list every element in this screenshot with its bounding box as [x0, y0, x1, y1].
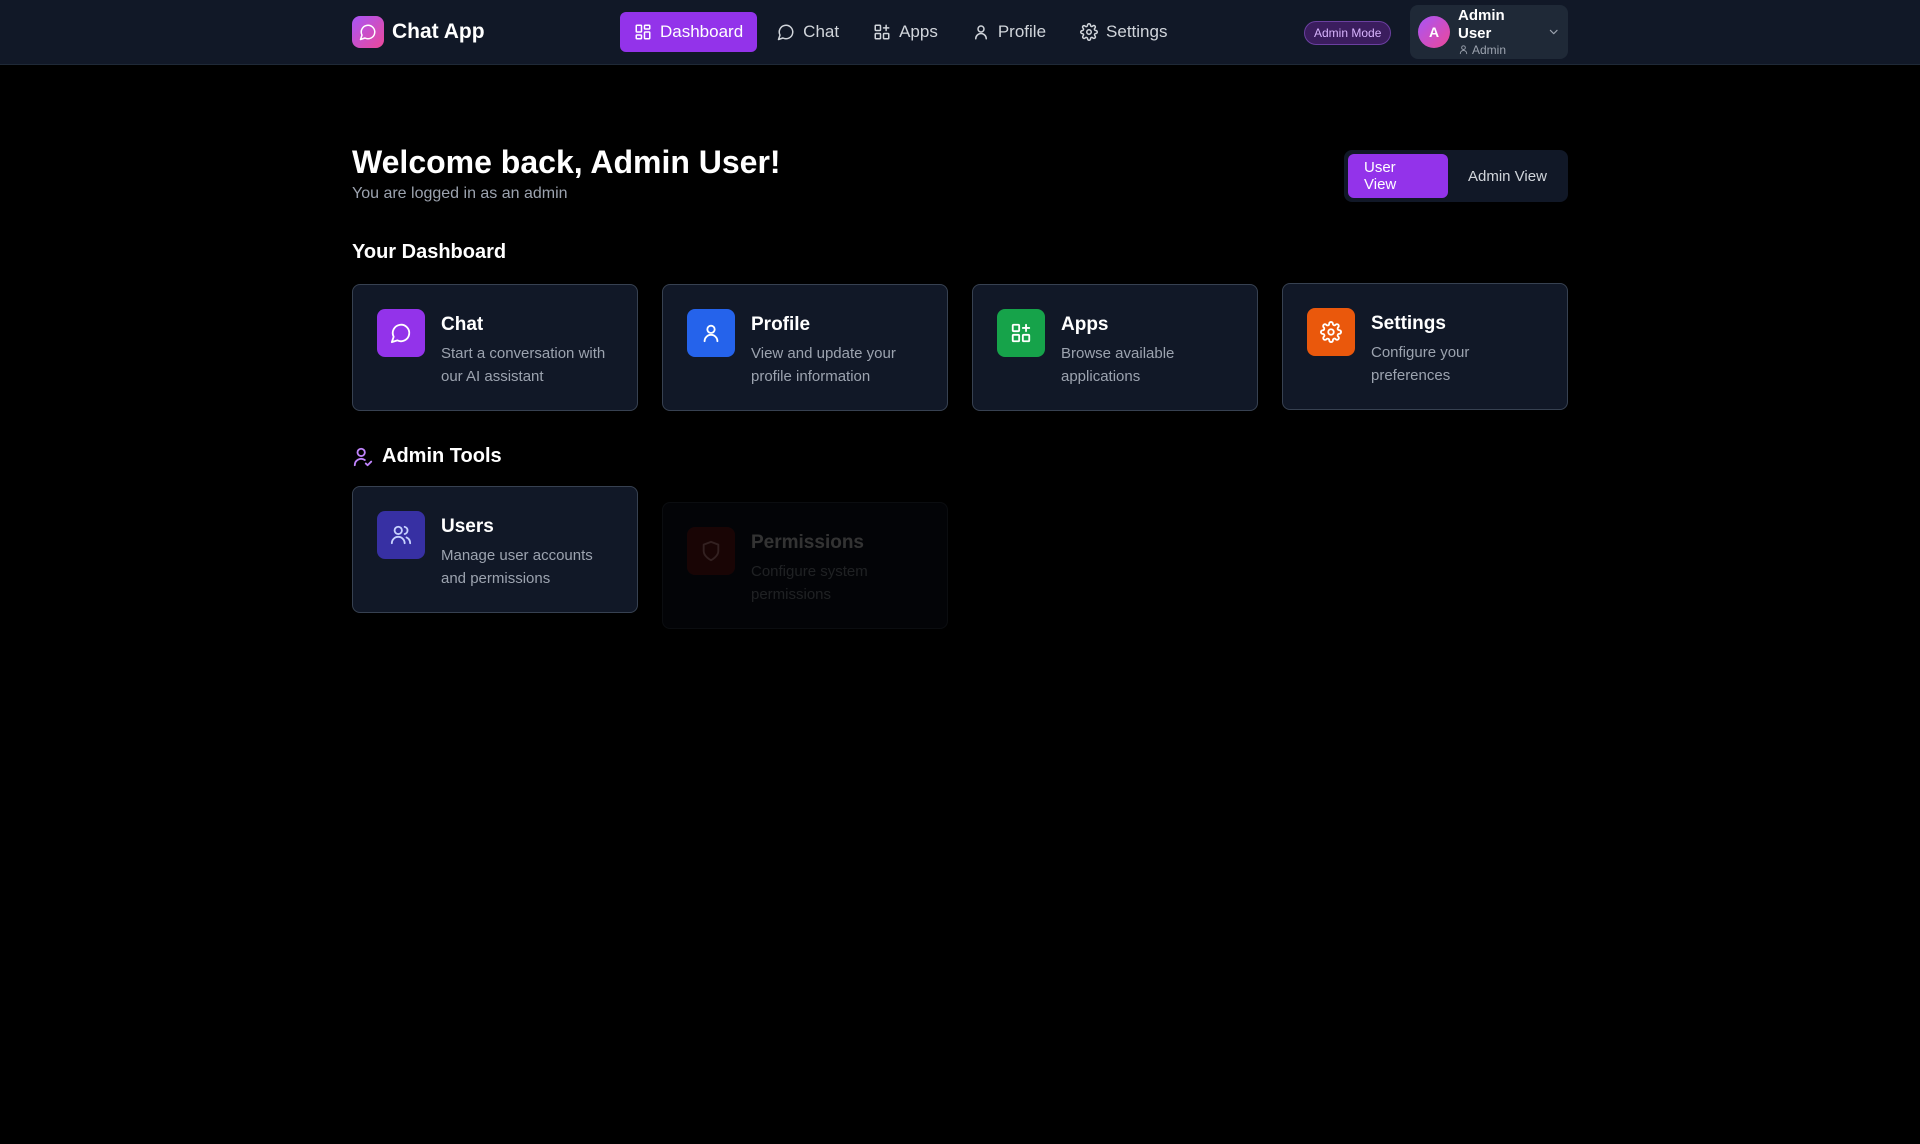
card-permissions: Permissions Configure system permissions	[662, 502, 948, 629]
card-profile[interactable]: Profile View and update your profile inf…	[662, 284, 948, 411]
dashboard-section-title: Your Dashboard	[352, 241, 507, 263]
nav-profile[interactable]: Profile	[958, 12, 1060, 52]
admin-mode-badge: Admin Mode	[1304, 21, 1392, 45]
user-info: Admin User Admin	[1458, 7, 1539, 57]
nav-chat-label: Chat	[803, 22, 840, 41]
nav-dashboard[interactable]: Dashboard	[620, 12, 758, 52]
card-title: Chat	[441, 314, 484, 335]
card-description: Configure your preferences	[1371, 344, 1470, 384]
nav-settings[interactable]: Settings	[1066, 12, 1181, 52]
card-chat[interactable]: Chat Start a conversation with our AI as…	[352, 284, 638, 411]
page-title: Welcome back, Admin User!	[352, 144, 781, 180]
nav-chat[interactable]: Chat	[763, 12, 853, 52]
user-small-icon	[1459, 45, 1468, 55]
view-toggle: User View Admin View	[1344, 150, 1568, 202]
admin-tools-title: Admin Tools	[382, 445, 502, 467]
page-subtitle: You are logged in as an admin	[352, 185, 568, 202]
nav-apps-label: Apps	[899, 22, 938, 41]
card-settings[interactable]: Settings Configure your preferences	[1282, 283, 1568, 410]
apps-grid-icon	[874, 24, 890, 40]
gear-icon	[1080, 23, 1098, 41]
shield-icon	[687, 527, 735, 575]
brand-logo[interactable]: Chat App	[352, 16, 485, 48]
brand-name: Chat App	[392, 20, 485, 43]
card-title: Settings	[1371, 313, 1446, 334]
card-title: Profile	[751, 314, 811, 335]
users-icon	[377, 511, 425, 559]
card-apps[interactable]: Apps Browse available applications	[972, 284, 1258, 411]
nav-settings-label: Settings	[1106, 22, 1168, 41]
user-view-button[interactable]: User View	[1348, 154, 1448, 198]
user-role-label: Admin	[1472, 42, 1507, 57]
top-navigation-bar: Chat App Dashboard Chat Apps Profile Set…	[0, 0, 1920, 65]
card-title: Users	[441, 516, 494, 537]
card-description: View and update your profile information	[751, 345, 896, 385]
gear-icon	[1307, 308, 1355, 356]
nav-apps[interactable]: Apps	[859, 12, 952, 52]
card-title: Apps	[1061, 314, 1109, 335]
card-title: Permissions	[751, 532, 864, 553]
user-icon	[687, 309, 735, 357]
user-check-icon	[353, 447, 373, 466]
admin-tools-section-title: Admin Tools	[352, 445, 502, 468]
chevron-down-icon	[1549, 29, 1558, 35]
card-users[interactable]: Users Manage user accounts and permissio…	[352, 486, 638, 613]
card-description: Browse available applications	[1061, 345, 1175, 385]
main-nav: Dashboard Chat Apps Profile Settings	[620, 12, 1181, 52]
card-description: Start a conversation with our AI assista…	[441, 345, 606, 385]
user-role: Admin	[1458, 43, 1539, 57]
nav-dashboard-label: Dashboard	[660, 22, 744, 41]
layout-dashboard-icon	[635, 24, 651, 40]
card-description: Manage user accounts and permissions	[441, 547, 593, 587]
message-circle-icon	[352, 16, 384, 48]
welcome-section: Welcome back, Admin User! You are logged…	[352, 143, 781, 203]
message-circle-icon	[777, 24, 794, 41]
user-name: Admin User	[1458, 6, 1505, 42]
user-menu-button[interactable]: A Admin User Admin	[1410, 5, 1568, 59]
user-icon	[974, 25, 987, 40]
admin-view-button[interactable]: Admin View	[1452, 154, 1563, 198]
card-description: Configure system permissions	[751, 563, 868, 603]
apps-grid-icon	[997, 309, 1045, 357]
avatar: A	[1418, 16, 1450, 48]
message-circle-icon	[377, 309, 425, 357]
nav-profile-label: Profile	[997, 22, 1047, 41]
